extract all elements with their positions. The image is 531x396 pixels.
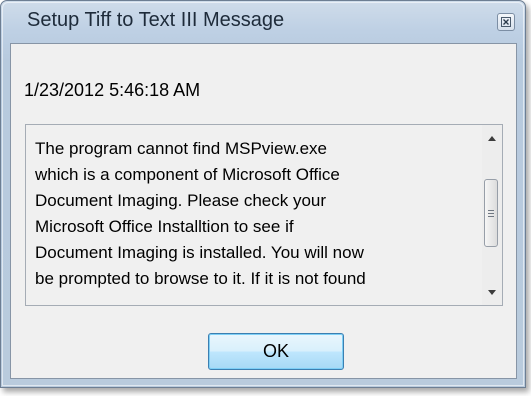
dialog-body: 1/23/2012 5:46:18 AM The program cannot … [10, 43, 517, 379]
scroll-thumb[interactable] [484, 179, 498, 247]
scroll-up-button[interactable] [482, 129, 502, 147]
chevron-up-icon [488, 135, 496, 141]
message-text: The program cannot find MSPview.exe whic… [35, 139, 366, 288]
timestamp-label: 1/23/2012 5:46:18 AM [24, 80, 201, 100]
title-bar[interactable]: Setup Tiff to Text III Message [1, 1, 525, 43]
chevron-down-icon [488, 289, 496, 295]
dialog-title: Setup Tiff to Text III Message [27, 9, 285, 31]
close-icon [501, 17, 511, 27]
message-textbox[interactable]: The program cannot find MSPview.exe whic… [25, 124, 503, 306]
grip-icon [488, 209, 494, 217]
ok-button[interactable]: OK [208, 333, 344, 370]
scroll-down-button[interactable] [482, 283, 502, 301]
close-button[interactable] [497, 13, 515, 31]
vertical-scrollbar[interactable] [482, 125, 502, 305]
message-dialog: Setup Tiff to Text III Message 1/23/2012… [0, 0, 526, 388]
